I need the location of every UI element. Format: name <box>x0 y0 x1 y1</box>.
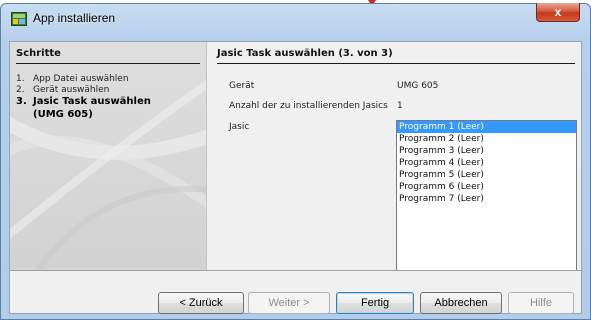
list-item[interactable]: Programm 2 (Leer) <box>397 133 576 145</box>
section-divider <box>217 63 575 64</box>
step-label-continuation: (UMG 605) <box>33 109 93 120</box>
list-item[interactable]: Programm 3 (Leer) <box>397 145 576 157</box>
step-item-1: 1. App Datei auswählen <box>16 74 129 84</box>
step-label: Gerät auswählen <box>33 85 110 95</box>
cancel-button[interactable]: Abbrechen <box>420 292 502 314</box>
step-number: 2. <box>16 85 25 95</box>
help-button[interactable]: Hilfe <box>508 292 574 314</box>
device-value: UMG 605 <box>397 81 439 91</box>
step-item-2: 2. Gerät auswählen <box>16 85 109 95</box>
list-item[interactable]: Programm 7 (Leer) <box>397 193 576 205</box>
steps-title: Schritte <box>16 48 61 59</box>
back-button[interactable]: < Zurück <box>158 292 244 314</box>
finish-button[interactable]: Fertig <box>336 292 414 314</box>
steps-panel: Schritte 1. App Datei auswählen 2. Gerät a… <box>10 42 206 270</box>
step-label: Jasic Task auswählen <box>33 96 151 107</box>
jasic-count-label: Anzahl der zu installierenden Jasics <box>229 101 388 111</box>
steps-divider <box>16 63 200 64</box>
device-label: Gerät <box>229 81 255 91</box>
step-item-3-active: 3. Jasic Task auswählen <box>16 96 151 107</box>
app-installer-icon <box>11 12 27 26</box>
section-title: Jasic Task auswählen (3. von 3) <box>217 48 393 59</box>
close-button[interactable]: x <box>536 3 580 22</box>
step-number: 3. <box>16 96 27 107</box>
app-install-dialog: App installieren x Schritte 1. App Datei … <box>0 3 591 320</box>
jasic-label: Jasic <box>229 122 250 132</box>
step-label: App Datei auswählen <box>33 74 129 84</box>
list-item-selected[interactable]: Programm 1 (Leer) <box>397 121 576 133</box>
jasic-count-value: 1 <box>397 101 403 111</box>
panel-divider <box>206 42 207 270</box>
list-item[interactable]: Programm 4 (Leer) <box>397 157 576 169</box>
screenshot: App installieren x Schritte 1. App Datei … <box>0 0 591 320</box>
title-bar[interactable]: App installieren x <box>1 3 590 34</box>
footer-separator <box>10 270 581 271</box>
step-number: 1. <box>16 74 25 84</box>
window-title: App installieren <box>33 11 116 25</box>
close-icon: x <box>554 5 562 19</box>
list-item[interactable]: Programm 6 (Leer) <box>397 181 576 193</box>
jasic-program-list[interactable]: Programm 1 (Leer) Programm 2 (Leer) Prog… <box>396 120 577 271</box>
next-button[interactable]: Weiter > <box>248 292 330 314</box>
dialog-client-area: Schritte 1. App Datei auswählen 2. Gerät a… <box>9 41 582 314</box>
list-item[interactable]: Programm 5 (Leer) <box>397 169 576 181</box>
